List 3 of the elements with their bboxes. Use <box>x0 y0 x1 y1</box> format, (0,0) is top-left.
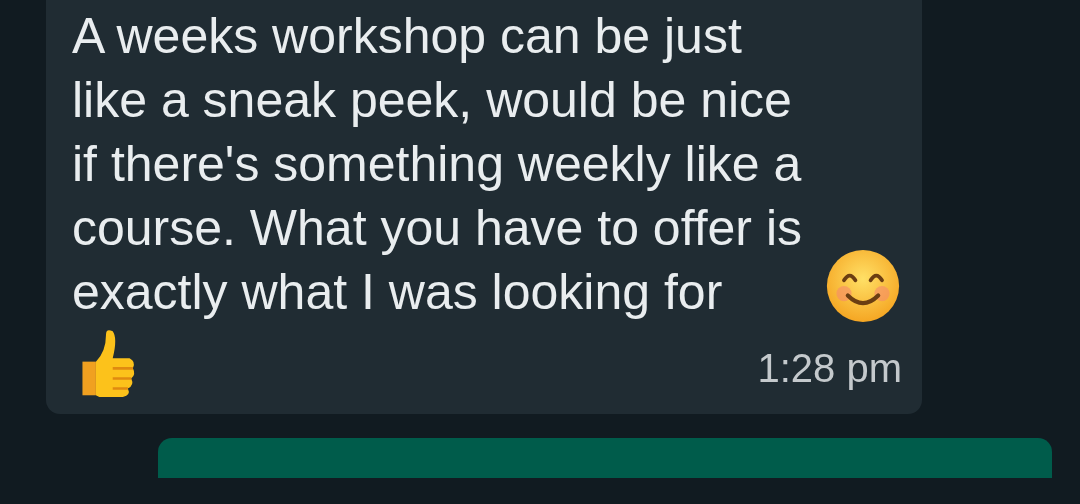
message-time: 1:28 pm <box>757 345 902 392</box>
message-text: A weeks workshop can be just like a sneak peek, would be nice if there's something weekly like a course. What you have to offer is exactly what I was looking for <box>72 7 803 322</box>
smiling-face-icon <box>825 248 901 324</box>
